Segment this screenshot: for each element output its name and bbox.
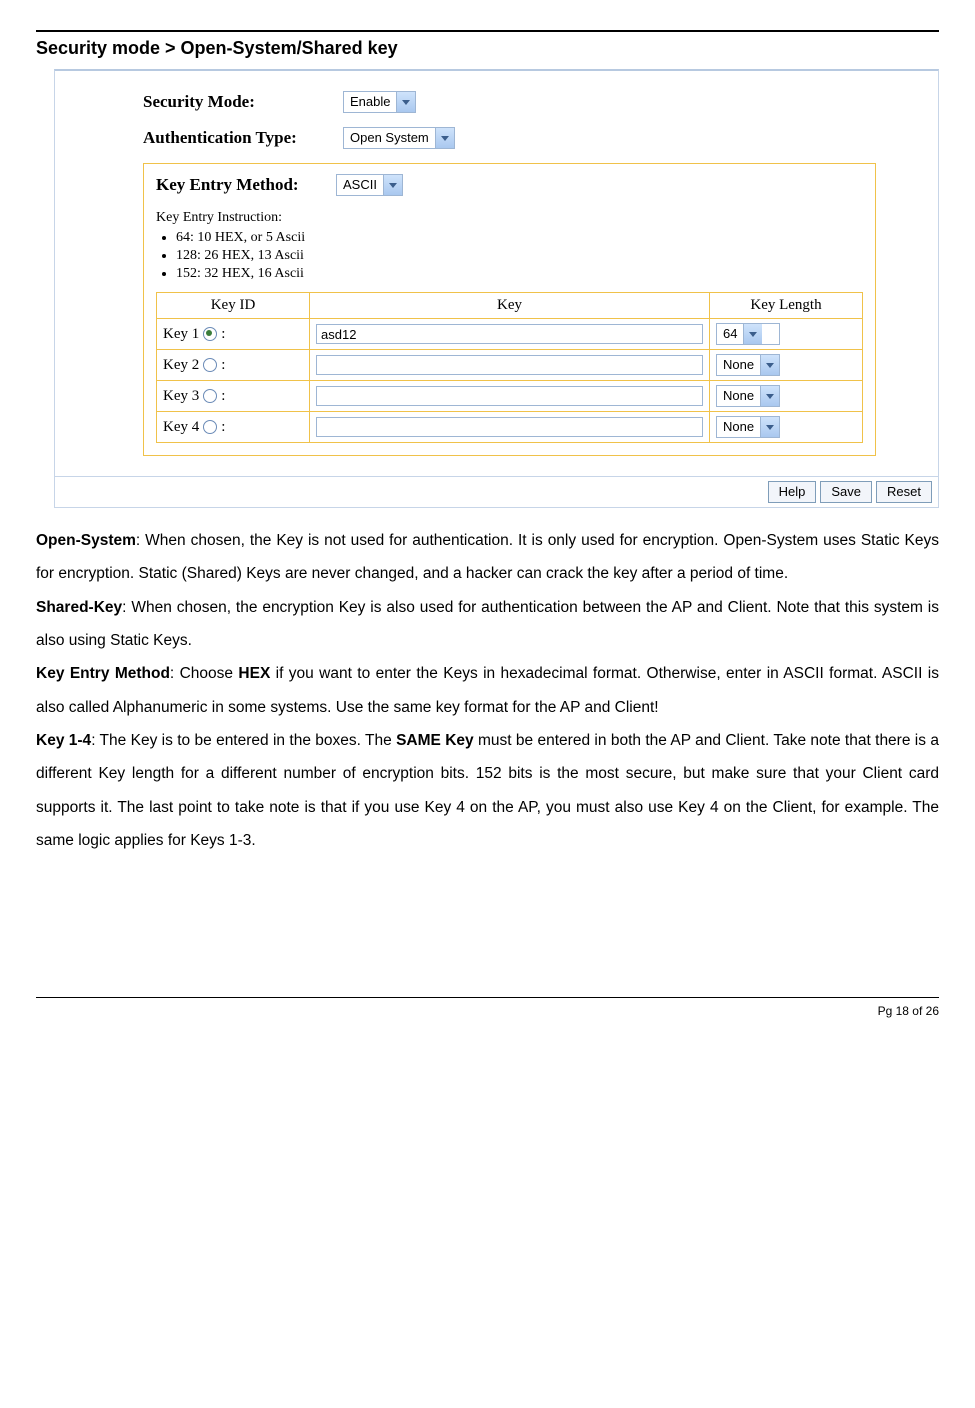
save-button[interactable]: Save	[820, 481, 872, 503]
key3-label: Key 3	[163, 388, 199, 405]
reset-button[interactable]: Reset	[876, 481, 932, 503]
col-key-id: Key ID	[157, 293, 310, 319]
term-key14: Key 1-4	[36, 732, 91, 749]
security-mode-label: Security Mode:	[143, 92, 343, 112]
instruction-item: 152: 32 HEX, 16 Ascii	[176, 266, 863, 282]
key-settings-box: Key Entry Method: ASCII Key Entry Instru…	[143, 163, 876, 456]
desc-shared-key: : When chosen, the encryption Key is als…	[36, 599, 939, 649]
page-title: Security mode > Open-System/Shared key	[36, 38, 939, 59]
key2-length-select[interactable]: None	[716, 354, 780, 376]
term-same-key: SAME Key	[396, 732, 474, 749]
key2-radio[interactable]	[203, 358, 217, 372]
key3-length-select[interactable]: None	[716, 385, 780, 407]
key2-input[interactable]	[316, 355, 703, 375]
key4-radio[interactable]	[203, 420, 217, 434]
key1-radio[interactable]	[203, 327, 217, 341]
key1-length-value: 64	[717, 324, 743, 344]
key-entry-instruction-title: Key Entry Instruction:	[156, 210, 863, 226]
description-text: Open-System: When chosen, the Key is not…	[36, 524, 939, 857]
key4-input[interactable]	[316, 417, 703, 437]
key1-length-select[interactable]: 64	[716, 323, 780, 345]
col-key-length: Key Length	[710, 293, 863, 319]
security-mode-value: Enable	[344, 92, 396, 112]
key2-label: Key 2	[163, 357, 199, 374]
key3-radio[interactable]	[203, 389, 217, 403]
chevron-down-icon	[760, 355, 779, 375]
desc-kem-1: : Choose	[170, 665, 239, 682]
help-button[interactable]: Help	[768, 481, 817, 503]
auth-type-label: Authentication Type:	[143, 128, 343, 148]
key1-input[interactable]	[316, 324, 703, 344]
table-row: Key 3 : None	[157, 381, 863, 412]
chevron-down-icon	[383, 175, 402, 195]
key1-label: Key 1	[163, 326, 199, 343]
chevron-down-icon	[760, 417, 779, 437]
term-hex: HEX	[238, 665, 270, 682]
key4-length-select[interactable]: None	[716, 416, 780, 438]
desc-key14-1: : The Key is to be entered in the boxes.…	[91, 732, 396, 749]
table-row: Key 4 : None	[157, 412, 863, 443]
key4-length-value: None	[717, 417, 760, 437]
term-shared-key: Shared-Key	[36, 599, 122, 616]
chevron-down-icon	[743, 324, 762, 344]
chevron-down-icon	[760, 386, 779, 406]
security-mode-select[interactable]: Enable	[343, 91, 416, 113]
col-key: Key	[310, 293, 710, 319]
auth-type-value: Open System	[344, 128, 435, 148]
instruction-item: 128: 26 HEX, 13 Ascii	[176, 248, 863, 264]
desc-key14-2: must be entered in both the AP and Clien…	[36, 732, 939, 849]
config-panel: Security Mode: Enable Authentication Typ…	[54, 69, 939, 508]
chevron-down-icon	[435, 128, 454, 148]
table-row: Key 2 : None	[157, 350, 863, 381]
desc-open-system: : When chosen, the Key is not used for a…	[36, 532, 939, 582]
key2-length-value: None	[717, 355, 760, 375]
key-entry-method-label: Key Entry Method:	[156, 175, 336, 195]
key-entry-method-select[interactable]: ASCII	[336, 174, 403, 196]
table-row: Key 1 : 64	[157, 319, 863, 350]
chevron-down-icon	[396, 92, 415, 112]
key-entry-method-value: ASCII	[337, 175, 383, 195]
page-footer: Pg 18 of 26	[36, 997, 939, 1018]
key4-label: Key 4	[163, 419, 199, 436]
key3-input[interactable]	[316, 386, 703, 406]
key3-length-value: None	[717, 386, 760, 406]
term-key-entry-method: Key Entry Method	[36, 665, 170, 682]
auth-type-select[interactable]: Open System	[343, 127, 455, 149]
instruction-item: 64: 10 HEX, or 5 Ascii	[176, 230, 863, 246]
key-entry-instruction-list: 64: 10 HEX, or 5 Ascii 128: 26 HEX, 13 A…	[156, 230, 863, 282]
term-open-system: Open-System	[36, 532, 136, 549]
key-table: Key ID Key Key Length Key 1 : 64	[156, 292, 863, 443]
